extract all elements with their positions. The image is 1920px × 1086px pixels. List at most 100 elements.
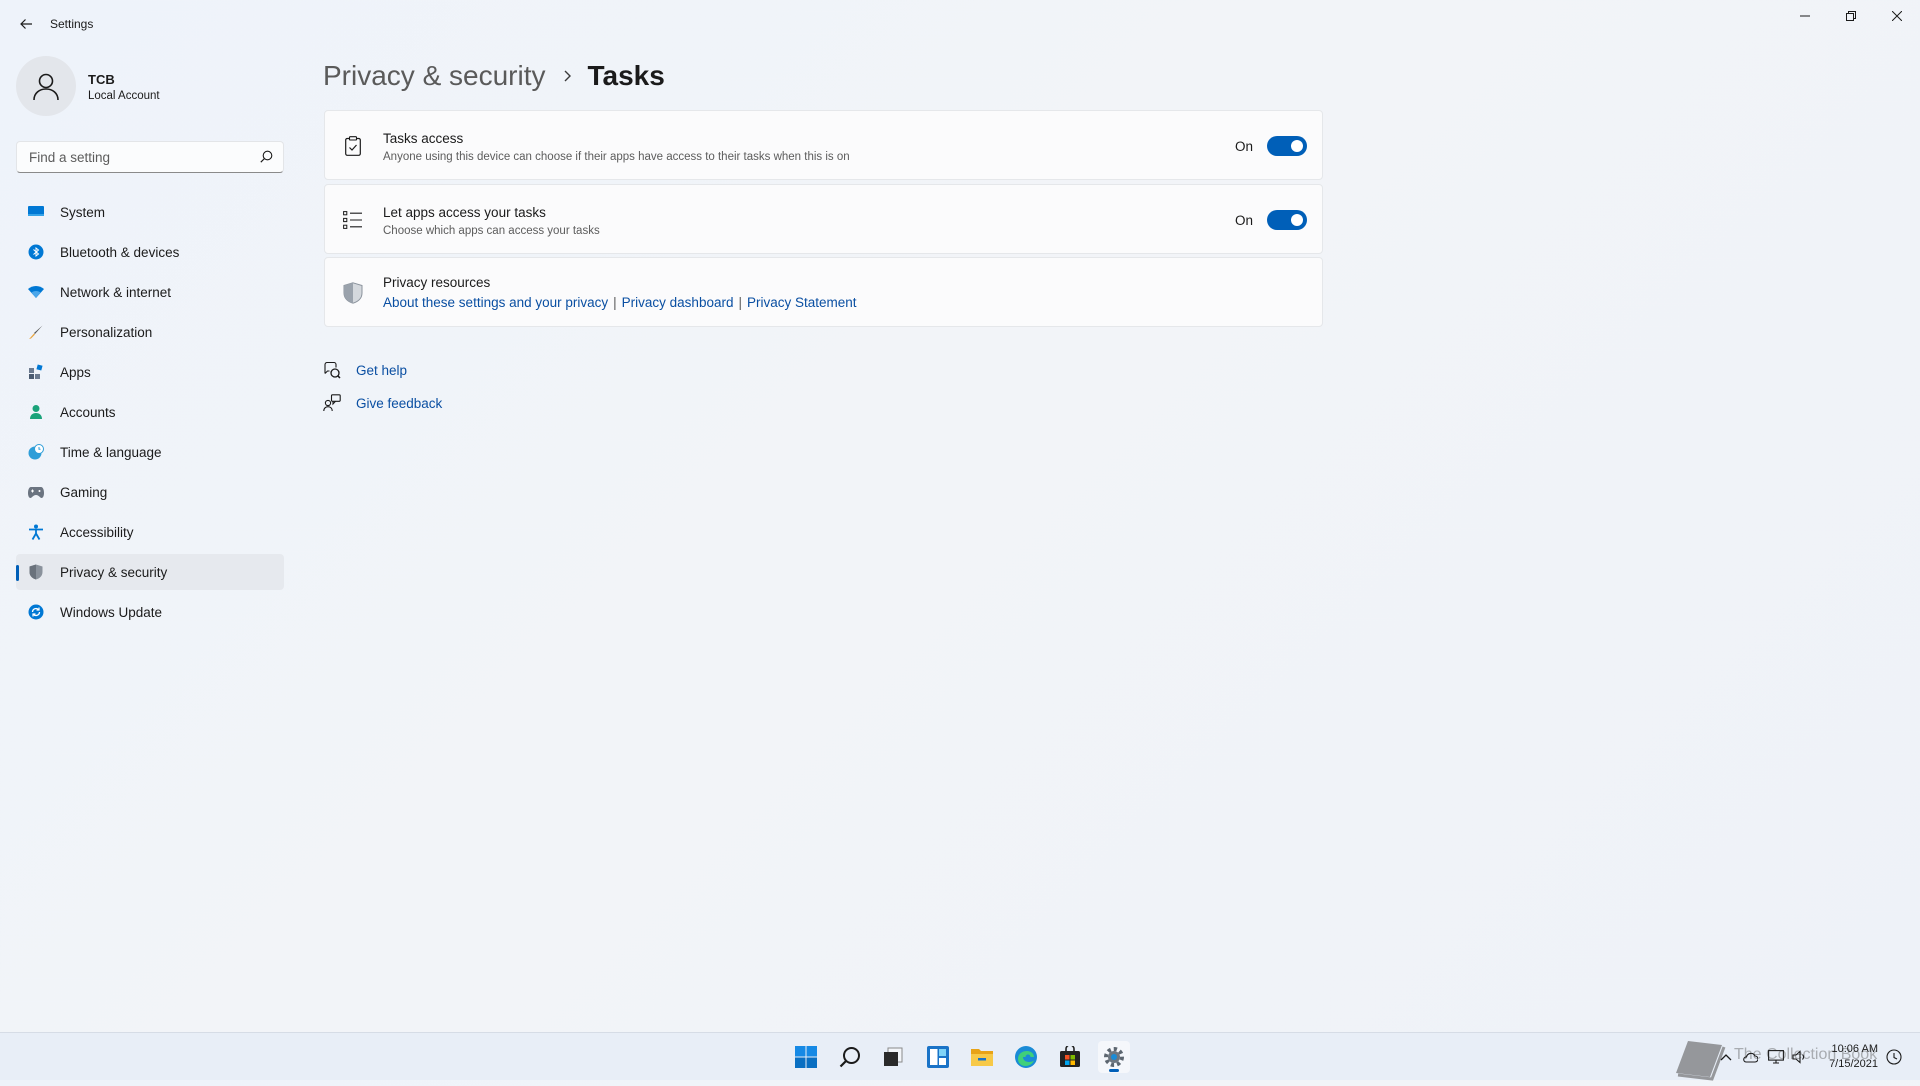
privacy-resources-card: Privacy resources About these settings a…	[324, 257, 1323, 327]
title-bar: Settings	[0, 0, 1920, 48]
apps-access-toggle[interactable]	[1267, 210, 1307, 230]
widgets-icon	[927, 1046, 949, 1068]
apps-access-card: Let apps access your tasks Choose which …	[324, 184, 1323, 254]
store-button[interactable]	[1054, 1041, 1086, 1073]
sidebar-item-system[interactable]: System	[16, 194, 284, 230]
sidebar-item-label: Time & language	[60, 444, 162, 460]
file-explorer-icon	[971, 1049, 993, 1066]
sidebar-item-label: Apps	[60, 364, 91, 380]
taskbar-search-button[interactable]	[834, 1041, 866, 1073]
sidebar-item-label: Personalization	[60, 324, 153, 340]
network-monitor-icon	[1768, 1050, 1784, 1064]
notifications-button[interactable]	[1886, 1049, 1902, 1065]
close-button[interactable]	[1874, 0, 1920, 32]
breadcrumb-parent[interactable]: Privacy & security	[323, 60, 546, 92]
store-icon	[1060, 1046, 1080, 1067]
search-icon	[839, 1047, 860, 1068]
sidebar-item-accounts[interactable]: Accounts	[16, 394, 284, 430]
close-icon	[1892, 11, 1902, 21]
restore-button[interactable]	[1828, 0, 1874, 32]
user-profile[interactable]: TCB Local Account	[16, 56, 286, 120]
minimize-icon	[1800, 15, 1810, 17]
page-title: Tasks	[587, 60, 665, 91]
network-tray-button[interactable]	[1768, 1049, 1784, 1065]
about-privacy-link[interactable]: About these settings and your privacy	[383, 295, 608, 310]
privacy-resources-title: Privacy resources	[383, 275, 491, 290]
shield-icon	[343, 282, 363, 304]
sidebar-item-label: Privacy & security	[60, 564, 168, 580]
back-button[interactable]	[12, 10, 40, 38]
breadcrumb: Privacy & security Tasks	[323, 56, 665, 96]
sidebar-item-accessibility[interactable]: Accessibility	[16, 514, 284, 550]
sidebar-item-windows-update[interactable]: Windows Update	[16, 594, 284, 630]
apps-access-state-label: On	[1235, 213, 1254, 228]
minimize-button[interactable]	[1782, 0, 1828, 32]
app-title: Settings	[50, 17, 94, 31]
tasks-access-title: Tasks access	[383, 131, 464, 146]
speaker-icon	[1792, 1050, 1805, 1064]
edge-button[interactable]	[1010, 1041, 1042, 1073]
search-input[interactable]	[27, 149, 251, 166]
link-separator: |	[738, 295, 742, 310]
privacy-links: About these settings and your privacy | …	[383, 295, 857, 310]
task-view-icon	[884, 1047, 903, 1066]
feedback-icon	[323, 394, 341, 412]
taskbar: The Collection Book 10:06 AM 7/15/2021	[0, 1032, 1920, 1081]
give-feedback-row[interactable]: Give feedback	[323, 391, 442, 415]
apps-access-title: Let apps access your tasks	[383, 205, 546, 220]
tasks-access-toggle[interactable]	[1267, 136, 1307, 156]
sidebar-item-label: Bluetooth & devices	[60, 244, 180, 260]
search-icon	[260, 150, 273, 168]
sidebar-item-label: Windows Update	[60, 604, 163, 620]
sidebar-item-label: Accounts	[60, 404, 116, 420]
wifi-icon	[28, 284, 44, 300]
privacy-statement-link[interactable]: Privacy Statement	[747, 295, 857, 310]
brush-icon	[28, 324, 44, 340]
clock-date: 7/15/2021	[1829, 1058, 1878, 1070]
person-icon	[33, 73, 59, 101]
settings-icon	[1104, 1047, 1124, 1067]
clipboard-check-icon	[343, 136, 363, 156]
sidebar-item-network[interactable]: Network & internet	[16, 274, 284, 310]
give-feedback-link[interactable]: Give feedback	[356, 396, 442, 411]
bluetooth-icon	[28, 244, 44, 260]
globe-clock-icon	[28, 444, 44, 460]
restore-icon	[1846, 11, 1856, 21]
sidebar-item-privacy-security[interactable]: Privacy & security	[16, 554, 284, 590]
widgets-button[interactable]	[922, 1041, 954, 1073]
accessibility-icon	[28, 524, 44, 540]
tasks-access-card: Tasks access Anyone using this device ca…	[324, 110, 1323, 180]
task-view-button[interactable]	[877, 1041, 909, 1073]
tasks-access-description: Anyone using this device can choose if t…	[383, 151, 850, 163]
sidebar-item-label: Network & internet	[60, 284, 172, 300]
start-button[interactable]	[790, 1041, 822, 1073]
get-help-link[interactable]: Get help	[356, 363, 407, 378]
get-help-row[interactable]: Get help	[323, 358, 407, 382]
arrow-left-icon	[20, 19, 32, 29]
sidebar-item-time-language[interactable]: Time & language	[16, 434, 284, 470]
help-chat-icon	[323, 361, 341, 379]
start-icon	[795, 1046, 817, 1068]
sidebar-item-label: Gaming	[60, 484, 108, 500]
monitor-icon	[28, 204, 44, 220]
sidebar-nav: System Bluetooth & devices Network & int…	[16, 194, 284, 634]
onedrive-tray-button[interactable]	[1742, 1049, 1758, 1065]
show-hidden-icons-button[interactable]	[1718, 1049, 1734, 1065]
tasks-access-state-label: On	[1235, 139, 1254, 154]
task-list-icon	[343, 210, 363, 230]
settings-taskbar-button[interactable]	[1098, 1041, 1130, 1073]
sidebar-item-gaming[interactable]: Gaming	[16, 474, 284, 510]
volume-tray-button[interactable]	[1792, 1049, 1808, 1065]
taskbar-clock[interactable]: 10:06 AM 7/15/2021	[1814, 1042, 1878, 1072]
apps-icon	[28, 364, 44, 380]
sidebar-item-apps[interactable]: Apps	[16, 354, 284, 390]
link-separator: |	[613, 295, 617, 310]
chevron-right-icon	[562, 70, 572, 82]
user-name: TCB	[88, 72, 115, 87]
file-explorer-button[interactable]	[966, 1041, 998, 1073]
sidebar-item-personalization[interactable]: Personalization	[16, 314, 284, 350]
privacy-dashboard-link[interactable]: Privacy dashboard	[622, 295, 734, 310]
sidebar-item-bluetooth[interactable]: Bluetooth & devices	[16, 234, 284, 270]
search-box[interactable]	[16, 141, 284, 173]
sidebar-item-label: Accessibility	[60, 524, 134, 540]
